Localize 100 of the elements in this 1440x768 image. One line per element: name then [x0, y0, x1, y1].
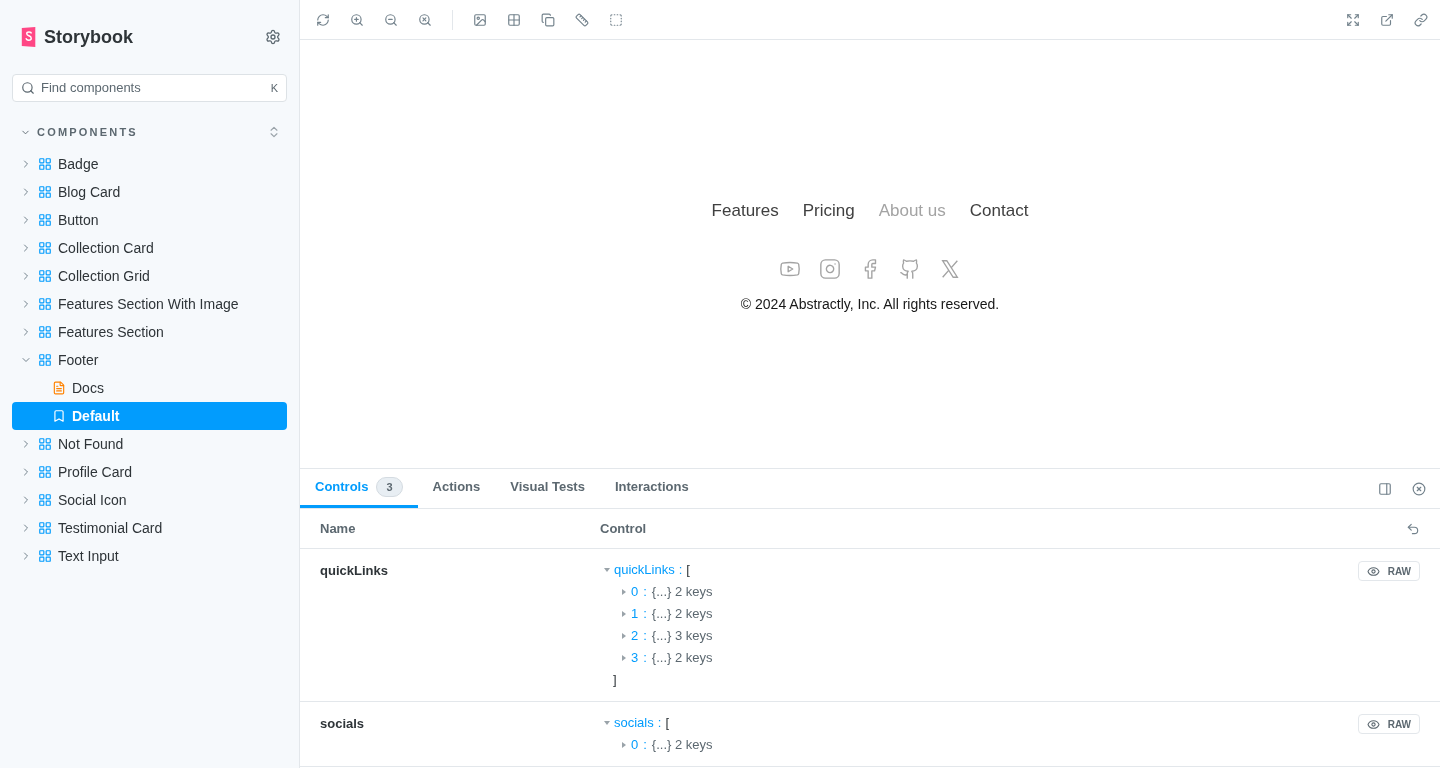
json-summary: {...} 2 keys: [651, 605, 713, 623]
sidebar-item[interactable]: Collection Grid: [12, 262, 287, 290]
sidebar-item[interactable]: Collection Card: [12, 234, 287, 262]
control-name: quickLinks: [320, 562, 389, 580]
panel-tab[interactable]: Actions: [417, 469, 496, 508]
external-link-icon[interactable]: [1380, 12, 1394, 27]
sidebar-item[interactable]: Social Icon: [12, 486, 287, 514]
search-icon: [21, 81, 35, 95]
sidebar-item[interactable]: Docs: [12, 374, 287, 402]
json-separator: :: [643, 605, 647, 623]
json-summary: {...} 2 keys: [651, 736, 713, 754]
json-key: quickLinks: [614, 559, 675, 581]
panel-tab[interactable]: Interactions: [599, 469, 704, 508]
close-icon[interactable]: [1412, 481, 1426, 496]
expand-triangle-icon[interactable]: [622, 742, 626, 748]
expand-triangle-icon[interactable]: [622, 633, 626, 639]
component-icon: [38, 437, 52, 451]
sidebar-item[interactable]: Profile Card: [12, 458, 287, 486]
column-header: Name: [320, 519, 357, 538]
component-icon: [38, 353, 52, 367]
sidebar-item[interactable]: Text Input: [12, 542, 287, 570]
component-icon: [38, 269, 52, 283]
zoom-in-icon[interactable]: [350, 12, 364, 27]
cat-logo-icon[interactable]: [899, 257, 921, 280]
camera-icon[interactable]: [819, 257, 841, 280]
json-summary: {...} 2 keys: [651, 583, 713, 601]
dashed-square-icon[interactable]: [609, 12, 623, 27]
component-icon: [38, 297, 52, 311]
stacked-frames-icon[interactable]: [541, 12, 555, 27]
zoom-out-icon[interactable]: [384, 12, 398, 27]
json-index: 1: [631, 605, 639, 623]
control-name: socials: [320, 715, 366, 733]
collapse-triangle-icon[interactable]: [604, 568, 610, 572]
column-header: Control: [600, 519, 648, 538]
expand-triangle-icon[interactable]: [622, 611, 626, 617]
sidebar-item[interactable]: Badge: [12, 150, 287, 178]
component-icon: [38, 493, 52, 507]
json-index: 0: [631, 583, 639, 601]
copyright-text: © 2024 Abstractly, Inc. All rights reserved.: [740, 294, 1000, 314]
json-separator: :: [643, 583, 647, 601]
expand-triangle-icon[interactable]: [622, 589, 626, 595]
reset-icon[interactable]: [1406, 521, 1420, 536]
eye-icon: [1366, 717, 1380, 731]
sidebar-item[interactable]: Features Section With Image: [12, 290, 287, 318]
json-summary: {...} 2 keys: [651, 649, 713, 667]
zoom-reset-icon[interactable]: [418, 12, 432, 27]
component-icon: [38, 465, 52, 479]
json-bracket: ]: [613, 672, 617, 687]
eye-icon: [1366, 564, 1380, 578]
json-bracket: [: [665, 714, 669, 732]
sidebar-item[interactable]: Features Section: [12, 318, 287, 346]
storybook-logo-icon: [20, 26, 38, 48]
shortcut-key: K: [270, 79, 278, 97]
panel-tab[interactable]: Controls 3: [300, 469, 418, 508]
footer-link[interactable]: Contact: [969, 198, 1029, 224]
panel-tab[interactable]: Visual Tests: [495, 469, 600, 508]
json-summary: {...} 3 keys: [651, 627, 713, 645]
json-index: 0: [631, 736, 639, 754]
grid-icon[interactable]: [507, 12, 521, 27]
json-separator: :: [678, 561, 683, 579]
component-icon: [38, 549, 52, 563]
section-toggle[interactable]: COMPONENTS: [20, 123, 138, 141]
json-index: 2: [631, 627, 639, 645]
search-field[interactable]: Find components K: [12, 74, 287, 102]
brand-name: Storybook: [44, 25, 133, 49]
collapse-triangle-icon[interactable]: [604, 721, 610, 725]
settings-button[interactable]: [263, 27, 283, 47]
sidebar-item[interactable]: Button: [12, 206, 287, 234]
component-icon: [38, 325, 52, 339]
fullscreen-icon[interactable]: [1346, 12, 1360, 27]
component-icon: [38, 213, 52, 227]
component-icon: [38, 157, 52, 171]
json-key: socials: [614, 712, 654, 734]
sidebar-item[interactable]: Testimonial Card: [12, 514, 287, 542]
json-separator: :: [643, 627, 647, 645]
bookmark-icon: [52, 409, 66, 423]
expand-triangle-icon[interactable]: [622, 655, 626, 661]
footer-link[interactable]: Features: [711, 198, 779, 224]
sidebar-item[interactable]: Blog Card: [12, 178, 287, 206]
component-icon: [38, 185, 52, 199]
image-icon[interactable]: [473, 12, 487, 27]
raw-button[interactable]: RAW: [1357, 561, 1420, 581]
component-icon: [38, 521, 52, 535]
count-badge: 3: [376, 476, 403, 498]
footer-link[interactable]: Pricing: [802, 198, 855, 224]
reload-icon[interactable]: [316, 12, 330, 27]
sidebar-item[interactable]: Footer: [12, 346, 287, 374]
ruler-icon[interactable]: [575, 12, 589, 27]
panel-layout-icon[interactable]: [1378, 481, 1392, 496]
raw-button[interactable]: RAW: [1357, 714, 1420, 734]
json-separator: :: [643, 736, 647, 754]
json-separator: :: [657, 714, 662, 732]
document-icon: [52, 381, 66, 395]
link-icon[interactable]: [1414, 12, 1428, 27]
x-logo-icon[interactable]: [939, 257, 961, 280]
sidebar-item[interactable]: Not Found: [12, 430, 287, 458]
json-separator: :: [643, 649, 647, 667]
search-input[interactable]: Find components: [41, 78, 265, 98]
json-bracket: [: [686, 561, 690, 579]
json-index: 3: [631, 649, 639, 667]
